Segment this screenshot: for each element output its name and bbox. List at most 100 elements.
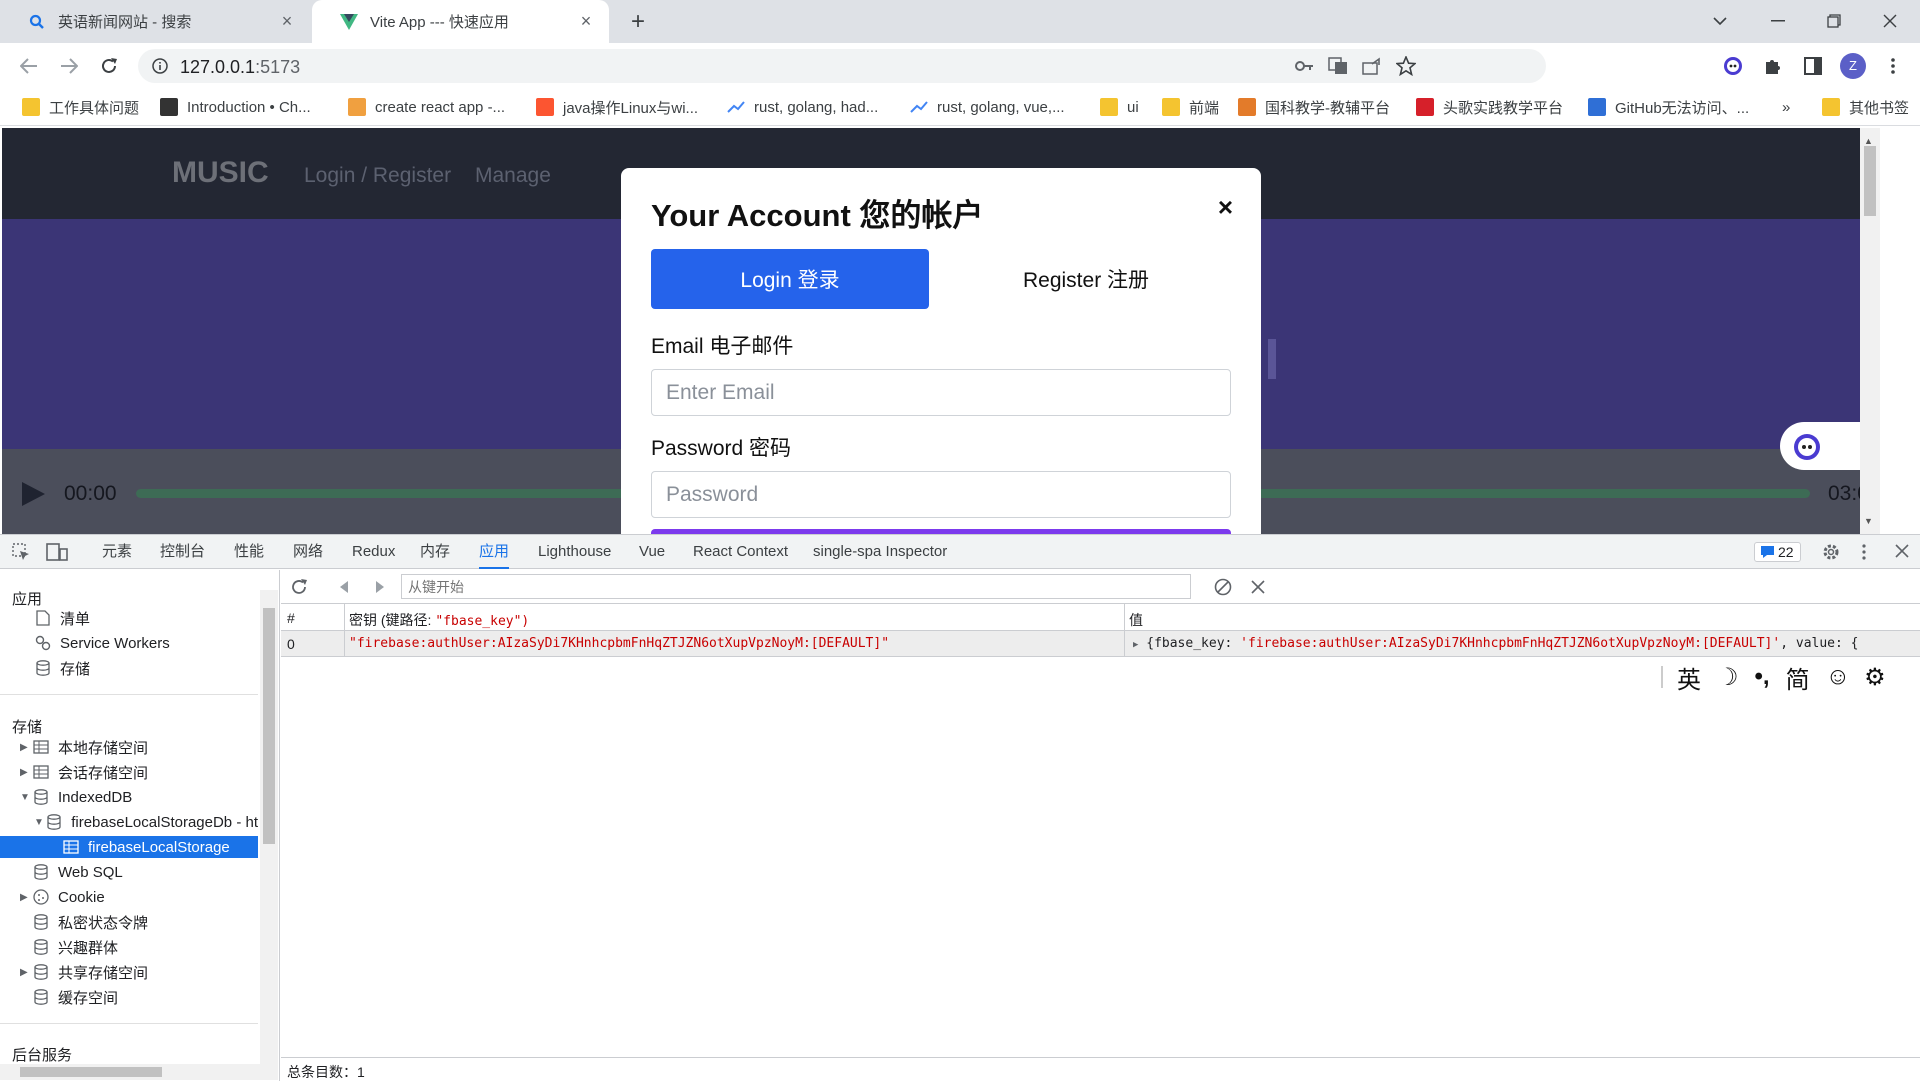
emoji-icon[interactable]: ☺ [1826, 663, 1851, 691]
sidebar-item-firebase-local-storage[interactable]: firebaseLocalStorage [0, 836, 258, 858]
tab-single-spa-inspector[interactable]: single-spa Inspector [813, 535, 947, 569]
inspect-element-icon[interactable] [12, 543, 30, 561]
punctuation-icon[interactable]: •, [1755, 663, 1770, 691]
email-field[interactable] [651, 369, 1231, 416]
tab-vue[interactable]: Vue [639, 535, 665, 569]
collapse-arrow-icon[interactable]: ▼ [34, 817, 46, 828]
scroll-thumb[interactable] [20, 1067, 162, 1077]
tab-react-context[interactable]: React Context [693, 535, 788, 569]
column-divider[interactable] [1124, 604, 1125, 631]
translate-icon[interactable] [1328, 57, 1348, 75]
bookmark-item[interactable]: rust, golang, had... [727, 96, 878, 118]
sidebar-item-manifest[interactable]: 清单 [34, 607, 90, 629]
sidebar-item-interest-groups[interactable]: 兴趣群体 [32, 936, 118, 958]
tab-lighthouse[interactable]: Lighthouse [538, 535, 611, 569]
column-value[interactable]: 值 [1129, 610, 1143, 630]
tab-performance[interactable]: 性能 [234, 535, 264, 569]
table-row[interactable]: 0 "firebase:authUser:AIzaSyDi7KHnhcpbmFn… [281, 631, 1920, 657]
sidebar-item-cookie[interactable]: ▶ Cookie [20, 886, 105, 908]
browser-menu-icon[interactable] [1878, 51, 1908, 81]
password-field[interactable] [651, 471, 1231, 518]
column-key[interactable]: 密钥 (键路径: "fbase_key") [349, 610, 529, 630]
settings-gear-icon[interactable] [1822, 543, 1840, 561]
previous-page-icon[interactable] [339, 580, 349, 594]
ime-simplified-toggle[interactable]: 简 [1786, 660, 1810, 695]
bookmark-item[interactable]: 国科教学-教辅平台 [1238, 96, 1390, 118]
tab-login-button[interactable]: Login 登录 [651, 249, 929, 309]
moon-icon[interactable]: ☽ [1717, 663, 1739, 692]
address-bar[interactable]: 127.0.0.1:5173 [138, 49, 1546, 83]
sidebar-item-cache-storage[interactable]: 缓存空间 [32, 986, 118, 1008]
scroll-thumb[interactable] [263, 608, 275, 844]
sidebar-item-web-sql[interactable]: Web SQL [32, 861, 123, 883]
tab-application[interactable]: 应用 [479, 535, 510, 569]
delete-selected-icon[interactable] [1251, 580, 1265, 594]
browser-tab-search[interactable]: 英语新闻网站 - 搜索 × [0, 0, 310, 43]
more-bookmarks-button[interactable]: » [1782, 96, 1790, 118]
row-value[interactable]: ▶ {fbase_key: 'firebase:authUser:AIzaSyD… [1133, 636, 1859, 651]
close-tab-icon[interactable]: × [278, 12, 296, 30]
bookmark-folder[interactable]: ui [1100, 96, 1139, 118]
profile-avatar[interactable]: Z [1838, 51, 1868, 81]
share-icon[interactable] [1362, 57, 1382, 75]
sidebar-item-local-storage[interactable]: ▶ 本地存储空间 [20, 736, 148, 758]
back-button[interactable] [14, 51, 44, 81]
close-window-button[interactable] [1870, 6, 1910, 36]
tab-register-button[interactable]: Register 注册 [941, 249, 1231, 309]
restore-button[interactable] [1814, 6, 1854, 36]
bookmark-item[interactable]: 头歌实践教学平台 [1416, 96, 1563, 118]
extension-face-icon[interactable] [1718, 51, 1748, 81]
devtools-menu-icon[interactable] [1862, 544, 1866, 560]
bookmark-item[interactable]: create react app -... [348, 96, 505, 118]
bookmark-star-icon[interactable] [1396, 56, 1416, 76]
sidebar-item-firebase-db[interactable]: ▼ firebaseLocalStorageDb - ht [34, 811, 258, 833]
next-page-icon[interactable] [375, 580, 385, 594]
clear-object-store-icon[interactable] [1214, 578, 1232, 596]
close-devtools-icon[interactable] [1895, 544, 1909, 558]
bookmark-item[interactable]: rust, golang, vue,... [910, 96, 1065, 118]
new-tab-button[interactable]: + [624, 9, 652, 37]
tab-memory[interactable]: 内存 [420, 535, 450, 569]
expand-arrow-icon[interactable]: ▶ [20, 967, 32, 978]
tab-redux[interactable]: Redux [352, 535, 395, 569]
ime-settings-icon[interactable]: ⚙ [1864, 663, 1886, 692]
sidebar-item-shared-storage[interactable]: ▶ 共享存储空间 [20, 961, 148, 983]
refresh-icon[interactable] [290, 578, 308, 596]
sidebar-item-private-state-tokens[interactable]: 私密状态令牌 [32, 911, 148, 933]
expand-arrow-icon[interactable]: ▶ [20, 892, 32, 903]
tab-network[interactable]: 网络 [293, 535, 323, 569]
bookmark-item[interactable]: GitHub无法访问、... [1588, 96, 1749, 118]
issues-badge[interactable]: 22 [1754, 542, 1801, 562]
sidebar-item-service-workers[interactable]: Service Workers [34, 632, 170, 654]
tab-search-chevron-icon[interactable] [1700, 6, 1740, 36]
column-divider[interactable] [344, 604, 345, 631]
expand-arrow-icon[interactable]: ▶ [20, 742, 32, 753]
tab-console[interactable]: 控制台 [160, 535, 205, 569]
modal-close-button[interactable]: × [1218, 192, 1233, 223]
sidebar-item-indexeddb[interactable]: ▼ IndexedDB [20, 786, 132, 808]
ime-language-toggle[interactable]: 英 [1677, 660, 1701, 695]
bookmark-item[interactable]: Introduction • Ch... [160, 96, 311, 118]
expand-arrow-icon[interactable]: ▶ [20, 767, 32, 778]
column-index[interactable]: # [287, 610, 295, 626]
bookmark-item[interactable]: java操作Linux与wi... [536, 96, 698, 118]
sidebar-horizontal-scrollbar[interactable] [0, 1064, 260, 1080]
bookmark-folder-other[interactable]: 其他书签 [1822, 96, 1909, 118]
forward-button[interactable] [54, 51, 84, 81]
side-panel-icon[interactable] [1798, 51, 1828, 81]
site-info-icon[interactable] [152, 58, 168, 74]
bookmark-folder[interactable]: 前端 [1162, 96, 1219, 118]
browser-tab-vite-app[interactable]: Vite App --- 快速应用 × [312, 0, 609, 43]
ime-drag-handle[interactable] [1661, 666, 1663, 688]
bookmark-folder[interactable]: 工作具体问题 [22, 96, 139, 118]
reload-button[interactable] [94, 51, 124, 81]
sidebar-item-storage[interactable]: 存储 [34, 657, 90, 679]
expand-arrow-icon[interactable]: ▶ [1133, 640, 1138, 650]
close-tab-icon[interactable]: × [577, 12, 595, 30]
minimize-button[interactable] [1758, 6, 1798, 36]
tab-elements[interactable]: 元素 [102, 535, 132, 569]
key-icon[interactable] [1294, 57, 1314, 75]
extensions-puzzle-icon[interactable] [1758, 51, 1788, 81]
sidebar-item-session-storage[interactable]: ▶ 会话存储空间 [20, 761, 148, 783]
sidebar-scrollbar[interactable] [260, 590, 278, 1080]
